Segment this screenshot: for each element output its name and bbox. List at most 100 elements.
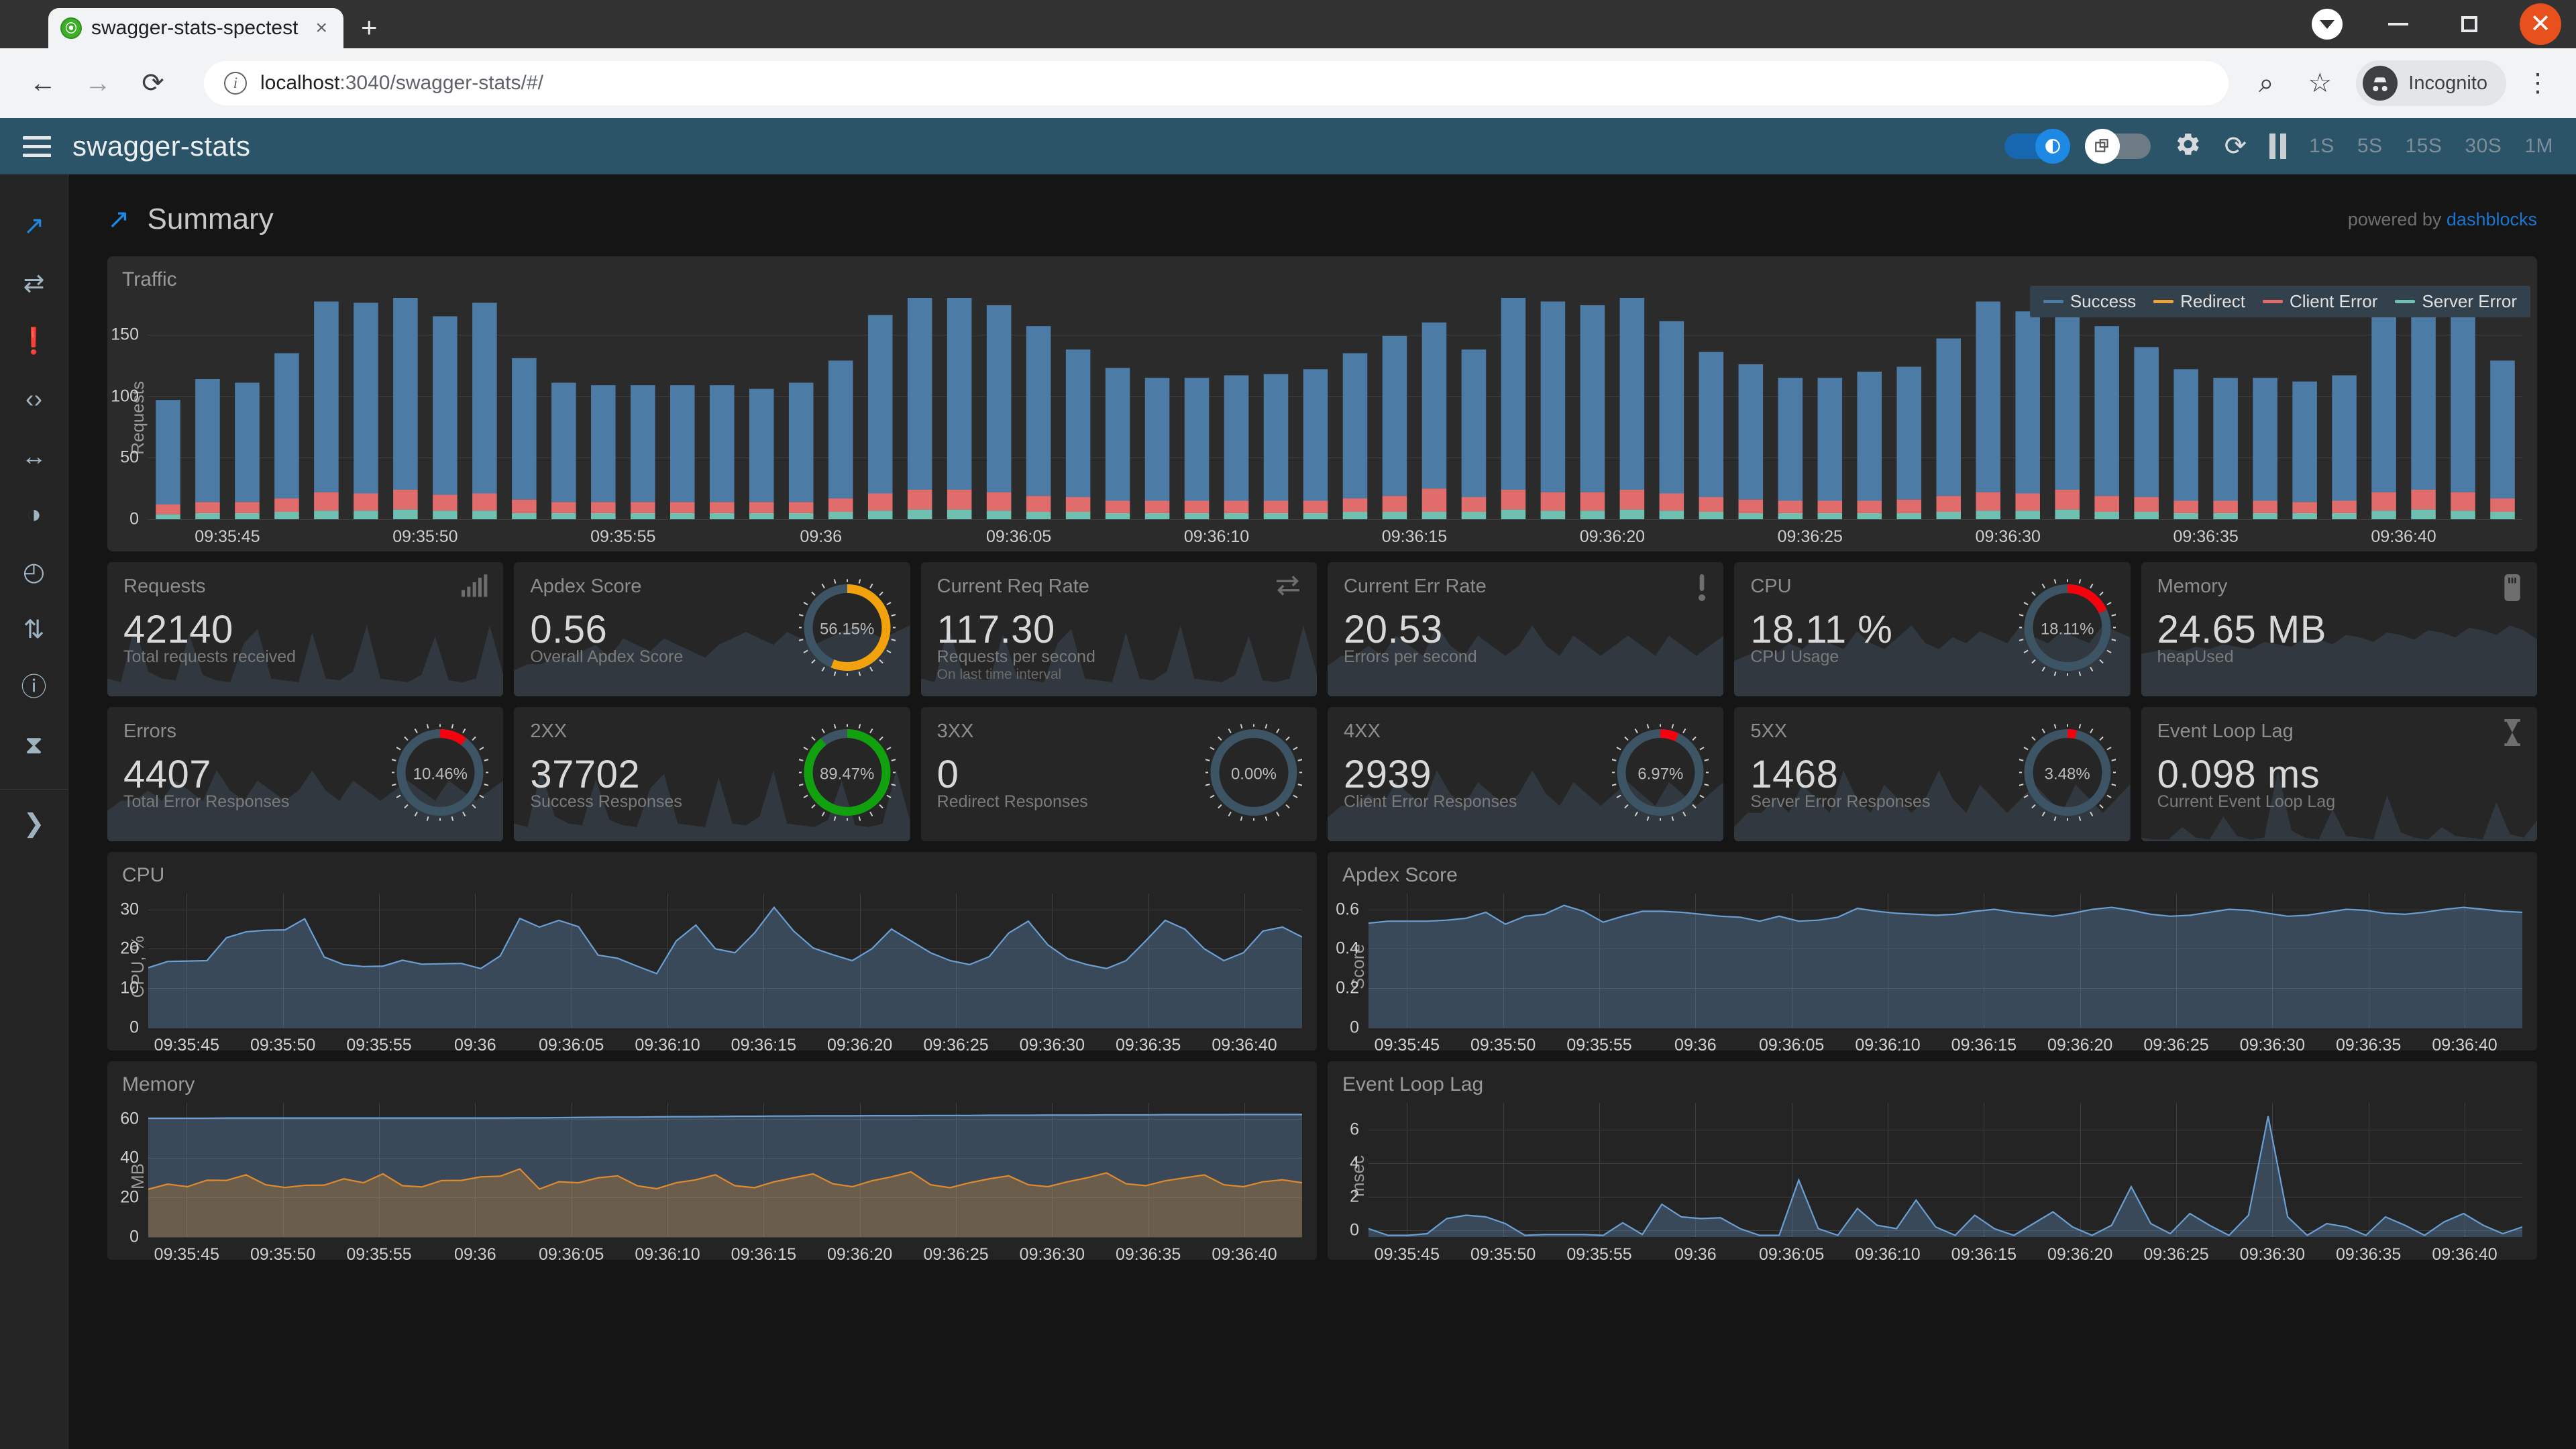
maximize-button[interactable] xyxy=(2434,0,2505,48)
gridline xyxy=(148,519,2522,520)
stat-card-current-req-rate[interactable]: Current Req Rate 117.30 Requests per secon… xyxy=(920,562,1317,696)
stat-card-subtitle: Server Error Responses xyxy=(1750,792,1931,811)
stat-card-subtitle: Overall Apdex Score xyxy=(530,647,684,666)
sidebar-item-distribution[interactable]: ◑ xyxy=(0,486,68,543)
x-tick-label: 09:36:35 xyxy=(2173,527,2239,546)
minimize-button[interactable] xyxy=(2363,0,2434,48)
y-tick-label: 60 xyxy=(120,1109,139,1128)
traffic-bars xyxy=(156,298,2515,519)
refresh-icon[interactable]: ⟳ xyxy=(2224,133,2247,160)
sidebar-item-timeline[interactable]: ⧗ xyxy=(0,716,68,774)
bookmark-star-icon[interactable]: ☆ xyxy=(2302,68,2337,99)
requests-icon: ⇄ xyxy=(23,270,45,298)
browser-menu-icon[interactable]: ⋮ xyxy=(2525,70,2551,96)
sidebar-item-api[interactable]: ‹› xyxy=(0,370,68,428)
browser-toolbar: ← → ⟳ i localhost:3040/swagger-stats/#/ … xyxy=(0,48,2576,118)
stat-card-apdex-score[interactable]: Apdex Score 0.56 Overall Apdex Score 56.15% xyxy=(514,562,910,696)
exclamation-icon xyxy=(1695,574,1709,604)
stat-card-current-err-rate[interactable]: Current Err Rate 20.53 Errors per second xyxy=(1327,562,1724,696)
dashblocks-link[interactable]: dashblocks xyxy=(2447,209,2537,229)
caret-down-button[interactable] xyxy=(2292,0,2363,48)
sidebar-item-expand[interactable]: ❯ xyxy=(0,795,68,853)
memory-icon xyxy=(2502,574,2522,604)
bar-chart-icon xyxy=(462,574,488,600)
stat-card-requests[interactable]: Requests 42140 Total requests received xyxy=(107,562,504,696)
interval-30s[interactable]: 30S xyxy=(2465,135,2502,158)
y-tick-label: 4 xyxy=(1350,1153,1359,1173)
search-icon[interactable]: ⌕ xyxy=(2249,68,2284,99)
x-tick-label: 09:35:55 xyxy=(590,527,656,546)
stat-card-subtitle: Total requests received xyxy=(123,647,297,666)
new-tab-button[interactable]: + xyxy=(361,13,378,42)
theme-toggle[interactable] xyxy=(2004,129,2070,164)
x-tick-label: 09:36:15 xyxy=(731,1245,796,1264)
forward-icon[interactable]: → xyxy=(80,68,115,99)
stat-card-errors[interactable]: Errors 4407 Total Error Responses 10.46% xyxy=(107,707,504,841)
pause-icon[interactable] xyxy=(2269,133,2287,159)
reload-icon[interactable]: ⟳ xyxy=(136,68,170,99)
legend-label: Success xyxy=(2070,291,2137,311)
legend-item[interactable]: Redirect xyxy=(2153,291,2245,312)
sidebar-item-requests[interactable]: ⇄ xyxy=(0,255,68,313)
address-bar[interactable]: i localhost:3040/swagger-stats/#/ xyxy=(204,61,2229,105)
legend-item[interactable]: Success xyxy=(2043,291,2136,312)
x-tick-label: 09:35:55 xyxy=(346,1036,412,1055)
stat-card-title: Event Loop Lag xyxy=(2157,720,2294,742)
x-tick-label: 09:36:40 xyxy=(1212,1245,1277,1264)
gauge: 6.97% xyxy=(1610,722,1711,824)
apdex-chart: Score 0 0.2 0.4 0.6 09:35:45 09:35:50 09:35:55… xyxy=(1336,890,2522,1055)
interval-5s[interactable]: 5S xyxy=(2357,135,2383,158)
x-tick-label: 09:36:25 xyxy=(2143,1036,2209,1055)
stat-card-subtitle: Errors per second xyxy=(1343,647,1477,666)
sidebar-item-errors[interactable]: ❗ xyxy=(0,313,68,370)
sidebar-item-api-ops[interactable]: ↔ xyxy=(0,428,68,486)
brightness-icon xyxy=(2035,129,2070,164)
stat-card-cpu[interactable]: CPU 18.11 % CPU Usage 18.11% xyxy=(1734,562,2131,696)
interval-15s[interactable]: 15S xyxy=(2406,135,2443,158)
gauge-label: 89.47% xyxy=(819,765,875,783)
stat-card-4xx[interactable]: 4XX 2939 Client Error Responses 6.97% xyxy=(1327,707,1724,841)
sidebar-item-payload[interactable]: ⇅ xyxy=(0,601,68,659)
legend-swatch-icon xyxy=(2043,300,2063,303)
legend-item[interactable]: Server Error xyxy=(2395,291,2517,312)
header-controls: ⟳ 1S 5S 15S 30S 1M xyxy=(2004,129,2553,164)
close-icon[interactable]: × xyxy=(311,17,331,40)
y-tick-label: 100 xyxy=(111,386,139,406)
x-tick-label: 09:36:35 xyxy=(1115,1036,1181,1055)
stat-card-memory[interactable]: Memory 24.65 MB heapUsed xyxy=(2141,562,2537,696)
stat-card-subtitle: CPU Usage xyxy=(1750,647,1839,666)
interval-1m[interactable]: 1M xyxy=(2524,135,2553,158)
x-tick-label: 09:36 xyxy=(454,1245,496,1264)
stat-cards-row-2: Errors 4407 Total Error Responses 10.46% 2XX… xyxy=(107,707,2537,841)
x-tick-label: 09:35:45 xyxy=(1374,1036,1440,1055)
gauge: 18.11% xyxy=(2017,577,2118,680)
stat-card-3xx[interactable]: 3XX 0 Redirect Responses 0.00% xyxy=(920,707,1317,841)
stat-card-value: 42140 xyxy=(123,608,233,651)
window-close-button[interactable]: ✕ xyxy=(2505,0,2576,48)
x-tick-label: 09:36:15 xyxy=(731,1036,796,1055)
legend-item[interactable]: Client Error xyxy=(2262,291,2377,312)
tab-title: swagger-stats-spectest xyxy=(91,17,299,39)
incognito-indicator[interactable]: Incognito xyxy=(2356,60,2506,106)
site-info-icon[interactable]: i xyxy=(224,72,247,95)
stat-card-2xx[interactable]: 2XX 37702 Success Responses 89.47% xyxy=(514,707,910,841)
stat-card-subtitle: Requests per second xyxy=(936,647,1095,666)
back-icon[interactable]: ← xyxy=(25,68,60,99)
stat-card-5xx[interactable]: 5XX 1468 Server Error Responses 3.48% xyxy=(1734,707,2131,841)
stat-card-event-loop-lag[interactable]: Event Loop Lag 0.098 ms Current Event Loop… xyxy=(2141,707,2537,841)
browser-tab[interactable]: ⦿ swagger-stats-spectest × xyxy=(48,8,343,48)
incognito-label: Incognito xyxy=(2408,72,2487,94)
menu-icon[interactable] xyxy=(23,136,51,157)
y-tick-label: 6 xyxy=(1350,1120,1359,1139)
toolbar-right: ⌕ ☆ Incognito ⋮ xyxy=(2249,60,2551,106)
gear-icon[interactable] xyxy=(2174,130,2202,163)
x-tick-label: 09:35:55 xyxy=(1566,1036,1632,1055)
x-tick-label: 09:36:40 xyxy=(2432,1245,2498,1264)
stat-card-value: 0.098 ms xyxy=(2157,753,2320,796)
sidebar-item-last-errors[interactable]: ⓘ xyxy=(0,659,68,716)
layout-toggle[interactable] xyxy=(2084,129,2151,164)
sidebar-item-summary[interactable]: ↗ xyxy=(0,197,68,255)
interval-1s[interactable]: 1S xyxy=(2309,135,2334,158)
sidebar-item-longest[interactable]: ◴ xyxy=(0,543,68,601)
memory-chart: MB 0 20 40 60 09:35:45 09:35:50 09:35:55 09:36 0… xyxy=(120,1099,1302,1264)
